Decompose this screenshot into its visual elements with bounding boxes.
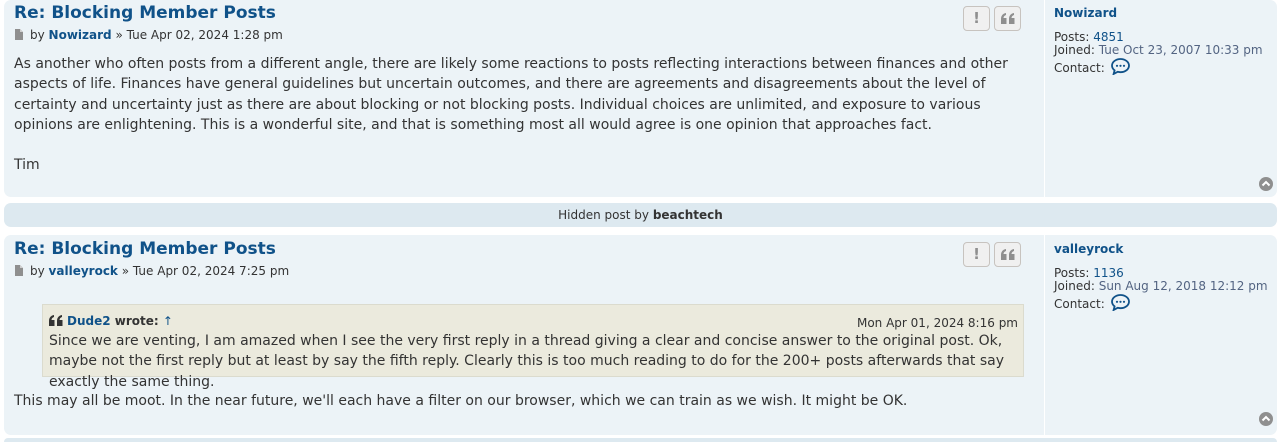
profile-contact: Contact: xyxy=(1054,297,1105,311)
post-title-link[interactable]: Re: Blocking Member Posts xyxy=(14,239,276,259)
profile-posts: Posts: 1136 xyxy=(1054,266,1124,280)
quote-icon xyxy=(49,315,63,326)
quote-wrote: wrote: xyxy=(114,314,159,328)
post-paragraph: This may all be moot. In the near future… xyxy=(14,393,908,409)
profile-contact: Contact: xyxy=(1054,61,1105,75)
byline-by: by xyxy=(30,28,45,42)
profile-contact-label: Contact: xyxy=(1054,61,1105,75)
profile-posts-label: Posts: xyxy=(1054,266,1090,280)
byline-author-link[interactable]: valleyrock xyxy=(49,264,118,278)
post-title-link[interactable]: Re: Blocking Member Posts xyxy=(14,3,276,23)
report-button[interactable]: ! xyxy=(963,6,990,31)
quote-icon xyxy=(1000,249,1014,260)
profile-joined-label: Joined: xyxy=(1054,43,1095,57)
quote-header: Dude2 wrote: ↑ xyxy=(49,311,173,331)
quote-button[interactable] xyxy=(994,6,1021,31)
post-profile: Nowizard Posts: 4851 Joined: Tue Oct 23,… xyxy=(1044,0,1275,197)
post-nowizard: Re: Blocking Member Posts by Nowizard » … xyxy=(4,0,1277,197)
post-paragraph: As another who often posts from a differ… xyxy=(14,56,1008,133)
post-file-icon[interactable] xyxy=(14,265,24,279)
report-button[interactable]: ! xyxy=(963,242,990,267)
post-valleyrock: Re: Blocking Member Posts by valleyrock … xyxy=(4,235,1277,435)
profile-posts-link[interactable]: 1136 xyxy=(1093,266,1124,280)
post-byline: by valleyrock » Tue Apr 02, 2024 7:25 pm xyxy=(14,264,289,279)
quote-block: Dude2 wrote: ↑ Mon Apr 01, 2024 8:16 pm … xyxy=(42,304,1024,390)
exclamation-icon: ! xyxy=(973,245,980,263)
post-content: As another who often posts from a differ… xyxy=(14,54,1014,175)
profile-username-link[interactable]: valleyrock xyxy=(1054,242,1123,256)
quote-button[interactable] xyxy=(994,242,1021,267)
hidden-post-prefix: Hidden post by xyxy=(558,208,649,222)
profile-joined-value: Tue Oct 23, 2007 10:33 pm xyxy=(1098,43,1263,57)
byline-date: Tue Apr 02, 2024 1:28 pm xyxy=(126,28,283,42)
post-byline: by Nowizard » Tue Apr 02, 2024 1:28 pm xyxy=(14,28,283,43)
quote-body: Since we are venting, I am amazed when I… xyxy=(49,333,1005,390)
profile-posts: Posts: 4851 xyxy=(1054,30,1124,44)
post-signature: Tim xyxy=(14,157,40,174)
post-file-icon[interactable] xyxy=(14,29,24,43)
profile-joined-label: Joined: xyxy=(1054,279,1095,293)
profile-joined-value: Sun Aug 12, 2018 12:12 pm xyxy=(1098,279,1268,293)
profile-username-link[interactable]: Nowizard xyxy=(1054,6,1117,20)
profile-joined: Joined: Tue Oct 23, 2007 10:33 pm xyxy=(1054,43,1263,57)
exclamation-icon: ! xyxy=(973,9,980,27)
byline-separator: » xyxy=(115,28,123,42)
next-post-edge xyxy=(4,438,1277,442)
chat-bubble-icon[interactable] xyxy=(1111,294,1130,311)
profile-posts-label: Posts: xyxy=(1054,30,1090,44)
profile-contact-label: Contact: xyxy=(1054,297,1105,311)
quote-source-arrow[interactable]: ↑ xyxy=(163,314,173,328)
byline-by: by xyxy=(30,264,45,278)
profile-posts-link[interactable]: 4851 xyxy=(1093,30,1124,44)
hidden-post-author: beachtech xyxy=(652,208,723,222)
quote-icon xyxy=(1000,13,1014,24)
post-content: This may all be moot. In the near future… xyxy=(14,391,1014,411)
hidden-post-bar[interactable]: Hidden post by beachtech xyxy=(4,203,1277,227)
quote-author-link[interactable]: Dude2 xyxy=(67,314,111,328)
back-to-top-icon[interactable] xyxy=(1259,177,1273,191)
profile-joined: Joined: Sun Aug 12, 2018 12:12 pm xyxy=(1054,279,1268,293)
chat-bubble-icon[interactable] xyxy=(1111,58,1130,75)
back-to-top-icon[interactable] xyxy=(1259,412,1273,426)
post-profile: valleyrock Posts: 1136 Joined: Sun Aug 1… xyxy=(1044,235,1275,435)
byline-author-link[interactable]: Nowizard xyxy=(49,28,112,42)
byline-date: Tue Apr 02, 2024 7:25 pm xyxy=(132,264,290,278)
byline-separator: » xyxy=(121,264,130,278)
